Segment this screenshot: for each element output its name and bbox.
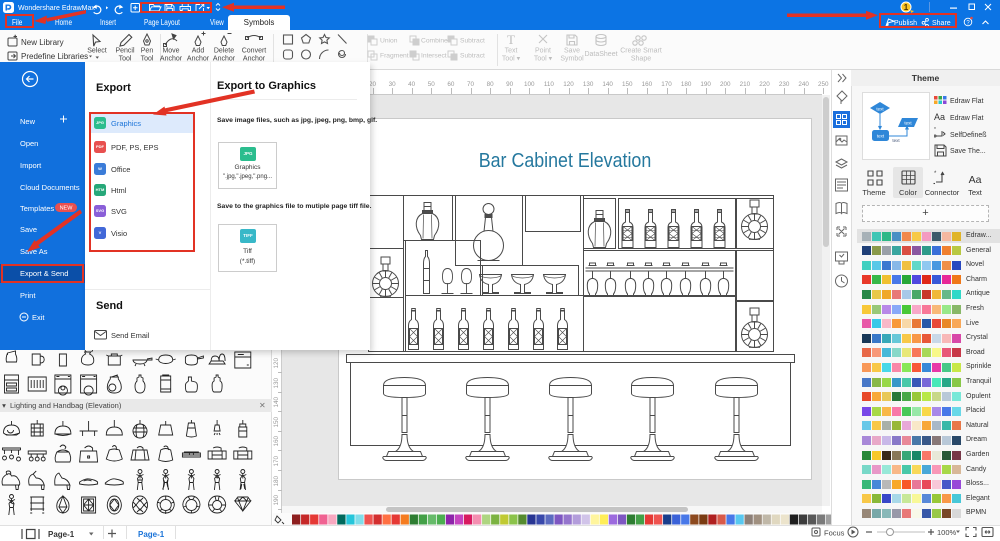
svg-text:Text: Text	[968, 188, 983, 197]
svg-text:*: *	[934, 171, 937, 177]
svg-text:Move: Move	[162, 48, 179, 55]
svg-text:Union: Union	[380, 38, 398, 45]
svg-text:Connector: Connector	[925, 188, 960, 197]
svg-text:Pencil: Pencil	[115, 48, 135, 55]
svg-text:New Library: New Library	[21, 38, 64, 47]
svg-text:1: 1	[904, 3, 909, 12]
svg-text:text: text	[892, 138, 900, 143]
svg-text:Page-1: Page-1	[48, 530, 75, 539]
svg-text:Text: Text	[505, 48, 518, 55]
svg-text:Combine: Combine	[421, 38, 448, 45]
svg-text:text: text	[877, 134, 885, 139]
svg-text:text: text	[904, 121, 912, 126]
svg-text:Tool ▾: Tool ▾	[502, 56, 521, 63]
svg-text:Theme: Theme	[862, 188, 885, 197]
svg-text:Subtract: Subtract	[460, 53, 485, 60]
svg-text:Symbol: Symbol	[560, 56, 584, 63]
svg-text:100%: 100%	[937, 528, 957, 537]
svg-text:Fragment: Fragment	[380, 53, 409, 60]
svg-text:Pen: Pen	[141, 48, 154, 55]
svg-text:DataSheet: DataSheet	[584, 51, 617, 58]
svg-text:Delete: Delete	[214, 48, 234, 55]
svg-text:Create Smart: Create Smart	[620, 48, 662, 55]
svg-text:T: T	[507, 32, 515, 47]
svg-text:Point: Point	[535, 48, 551, 55]
svg-text:Color: Color	[899, 188, 917, 197]
svg-text:Convert: Convert	[242, 48, 267, 55]
svg-text:Focus: Focus	[824, 529, 845, 538]
svg-text:Page-1: Page-1	[138, 530, 165, 539]
svg-text:text: text	[876, 107, 884, 112]
svg-text:Predefine Libraries: Predefine Libraries	[21, 52, 88, 61]
svg-text:Shape: Shape	[631, 56, 651, 63]
svg-text:Add: Add	[192, 48, 205, 55]
svg-text:Aa: Aa	[934, 112, 945, 122]
svg-text:Wondershare EdrawMax: Wondershare EdrawMax	[18, 5, 95, 12]
svg-text:Subtract: Subtract	[460, 38, 485, 45]
svg-text:Save: Save	[564, 48, 580, 55]
svg-text:Tool ▾: Tool ▾	[534, 56, 553, 63]
svg-text:NEW: NEW	[60, 206, 74, 212]
svg-text:Aa: Aa	[969, 174, 982, 186]
svg-text:Intersect: Intersect	[421, 53, 447, 60]
svg-text:Select: Select	[87, 48, 107, 55]
svg-text:*: *	[934, 127, 936, 133]
